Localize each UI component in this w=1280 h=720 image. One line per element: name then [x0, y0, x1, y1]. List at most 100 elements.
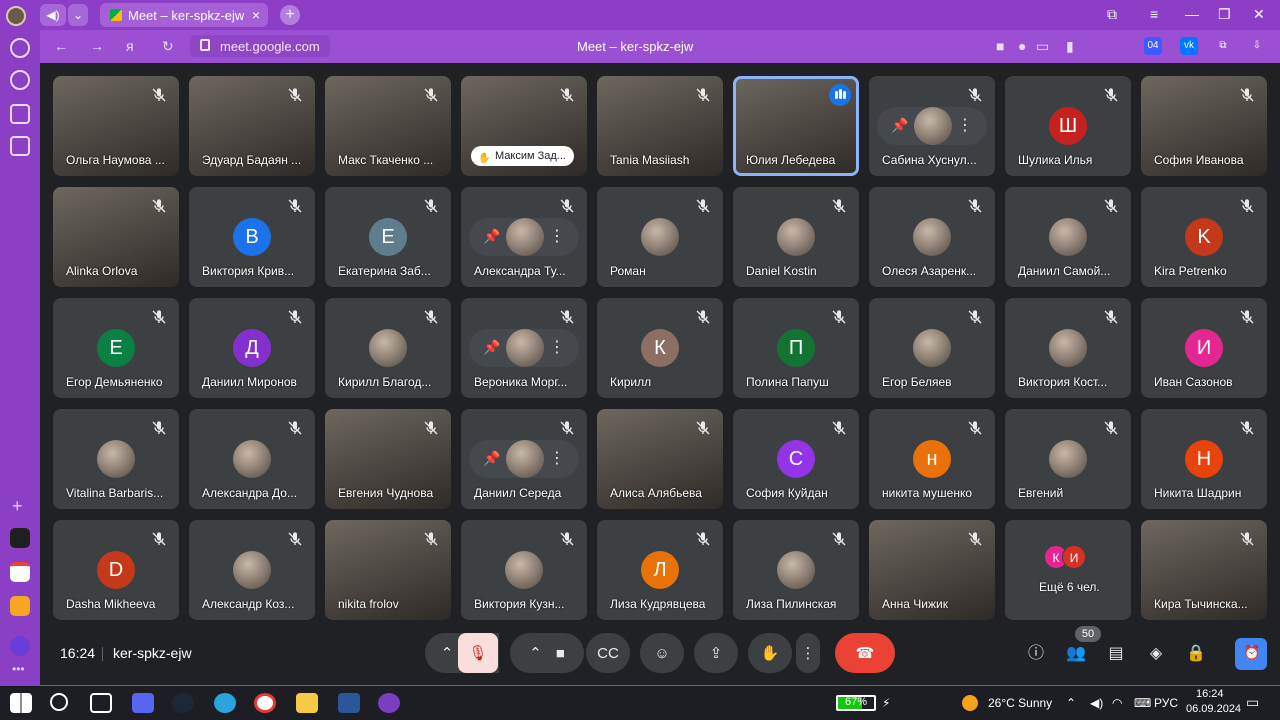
participant-tile[interactable]: Виктория Кузн...: [461, 520, 587, 620]
more-vert-icon[interactable]: ⋮: [549, 448, 565, 468]
participant-tile[interactable]: Виктория Кост...: [1005, 298, 1131, 398]
yandex-icon[interactable]: я: [126, 38, 134, 54]
yandex-browser-icon[interactable]: [254, 693, 276, 713]
participant-tile[interactable]: Ольга Наумова ...: [53, 76, 179, 176]
participant-tile[interactable]: К И Ещё 6 чел.: [1005, 520, 1131, 620]
participant-tile[interactable]: Л Лиза Кудрявцева: [597, 520, 723, 620]
participant-tile[interactable]: Кира Тычинска...: [1141, 520, 1267, 620]
timer-button[interactable]: ⏰: [1235, 638, 1267, 670]
participant-tile[interactable]: Макс Ткаченко ...: [325, 76, 451, 176]
host-controls-icon[interactable]: 🔒: [1185, 643, 1207, 665]
participant-tile[interactable]: Роман: [597, 187, 723, 287]
participant-tile[interactable]: K Kira Petrenko: [1141, 187, 1267, 287]
participant-tile[interactable]: ✋ Максим Зад...: [461, 76, 587, 176]
camera-button[interactable]: ⌃ ■: [510, 633, 584, 673]
tabs-icon[interactable]: [10, 104, 30, 124]
taskbar-date[interactable]: 06.09.2024: [1186, 703, 1241, 715]
participant-tile[interactable]: Александр Коз...: [189, 520, 315, 620]
discord-icon[interactable]: [132, 693, 154, 713]
participant-tile[interactable]: Евгения Чуднова: [325, 409, 451, 509]
wifi-icon[interactable]: ◠: [1112, 696, 1122, 710]
mic-off-button[interactable]: 🎙: [458, 633, 498, 673]
more-vert-icon[interactable]: ⋮: [549, 337, 565, 357]
back-icon[interactable]: ←: [54, 38, 68, 54]
history-icon[interactable]: [10, 70, 30, 90]
restore-icon[interactable]: ❐: [1218, 6, 1231, 23]
video-call-icon[interactable]: [10, 136, 30, 156]
more-icon[interactable]: •••: [12, 662, 25, 676]
play-icon[interactable]: [10, 38, 30, 58]
yandex-app-icon[interactable]: [10, 528, 30, 548]
participant-tile[interactable]: София Иванова: [1141, 76, 1267, 176]
word-icon[interactable]: [338, 693, 360, 713]
extension-badge[interactable]: 04: [1144, 37, 1162, 55]
notifications-icon[interactable]: ▭: [1246, 694, 1259, 711]
activities-icon[interactable]: ◈: [1145, 643, 1167, 665]
info-icon[interactable]: ⓘ: [1025, 643, 1047, 665]
chevron-down-icon[interactable]: ⌄: [68, 4, 88, 26]
forward-icon[interactable]: →: [90, 38, 104, 54]
participant-tile[interactable]: Е Екатерина Заб...: [325, 187, 451, 287]
browser-profile-avatar[interactable]: [6, 6, 26, 26]
weather-text[interactable]: 26°C Sunny: [988, 696, 1052, 710]
participant-tile[interactable]: Ш Шулика Илья: [1005, 76, 1131, 176]
vk-icon[interactable]: vk: [1180, 37, 1198, 55]
participant-tile[interactable]: Vitalina Barbaris...: [53, 409, 179, 509]
tab-collections-icon[interactable]: ⧉: [1107, 6, 1117, 23]
participant-tile[interactable]: В Виктория Крив...: [189, 187, 315, 287]
keyboard-icon[interactable]: ⌨: [1134, 696, 1151, 710]
participant-tile[interactable]: Егор Беляев: [869, 298, 995, 398]
participant-tile[interactable]: D Dasha Mikheeva: [53, 520, 179, 620]
menu-icon[interactable]: ≡: [1150, 6, 1158, 22]
more-vert-icon[interactable]: ⋮: [957, 115, 973, 135]
mic-permission-icon[interactable]: ●: [1018, 38, 1026, 54]
pin-icon[interactable]: 📌: [483, 228, 500, 245]
new-tab-button[interactable]: +: [280, 5, 300, 25]
participant-tile[interactable]: И Иван Сазонов: [1141, 298, 1267, 398]
participant-tile[interactable]: Эдуард Бадаян ...: [189, 76, 315, 176]
steam-icon[interactable]: [172, 693, 194, 713]
participant-tile[interactable]: Н Никита Шадрин: [1141, 409, 1267, 509]
pin-icon[interactable]: 📌: [483, 339, 500, 356]
minimize-icon[interactable]: —: [1185, 6, 1199, 22]
alice-icon[interactable]: [10, 636, 30, 656]
task-view-icon[interactable]: [90, 693, 112, 713]
participant-tile[interactable]: Юлия Лебедева: [733, 76, 859, 176]
participant-tile[interactable]: П Полина Папуш: [733, 298, 859, 398]
camera-permission-icon[interactable]: ■: [996, 38, 1004, 54]
present-button[interactable]: ⇪: [694, 633, 738, 673]
chat-icon[interactable]: ▭: [1036, 38, 1049, 55]
participant-tile[interactable]: Евгений: [1005, 409, 1131, 509]
reactions-button[interactable]: ☺: [640, 633, 684, 673]
taskbar-time[interactable]: 16:24: [1196, 688, 1224, 700]
tab-meet[interactable]: Meet – ker-spkz-ejw ×: [100, 3, 268, 27]
close-tab-icon[interactable]: ×: [252, 7, 260, 23]
participant-tile[interactable]: К Кирилл: [597, 298, 723, 398]
participant-tile[interactable]: 📌 ⋮ Сабина Хуснул...: [869, 76, 995, 176]
pin-icon[interactable]: 📌: [891, 117, 908, 134]
add-icon[interactable]: +: [12, 496, 23, 517]
search-icon[interactable]: [50, 693, 68, 711]
participant-tile[interactable]: Daniel Kostin: [733, 187, 859, 287]
more-vert-icon[interactable]: ⋮: [549, 226, 565, 246]
participant-tile[interactable]: Tania Masiiash: [597, 76, 723, 176]
pin-icon[interactable]: 📌: [483, 450, 500, 467]
more-options-button[interactable]: ⋮: [796, 633, 820, 673]
participant-tile[interactable]: Даниил Самой...: [1005, 187, 1131, 287]
participant-tile[interactable]: Анна Чижик: [869, 520, 995, 620]
participant-tile[interactable]: Олеся Азаренк...: [869, 187, 995, 287]
participant-tile[interactable]: н никита мушенко: [869, 409, 995, 509]
file-explorer-icon[interactable]: [296, 693, 318, 713]
participant-tile[interactable]: 📌 ⋮ Даниил Середа: [461, 409, 587, 509]
leave-call-button[interactable]: ☎: [835, 633, 895, 673]
participant-tile[interactable]: Е Егор Демьяненко: [53, 298, 179, 398]
url-field[interactable]: meet.google.com: [190, 35, 330, 57]
volume-icon[interactable]: ◀): [1090, 696, 1103, 710]
raise-hand-button[interactable]: ✋: [748, 633, 792, 673]
telegram-icon[interactable]: [214, 693, 236, 713]
chat-icon[interactable]: ▤: [1105, 643, 1127, 665]
participant-tile[interactable]: С София Куйдан: [733, 409, 859, 509]
mail-icon[interactable]: [10, 596, 30, 616]
participant-tile[interactable]: Алиса Алябьева: [597, 409, 723, 509]
screenshot-icon[interactable]: ⧉: [1214, 37, 1232, 55]
